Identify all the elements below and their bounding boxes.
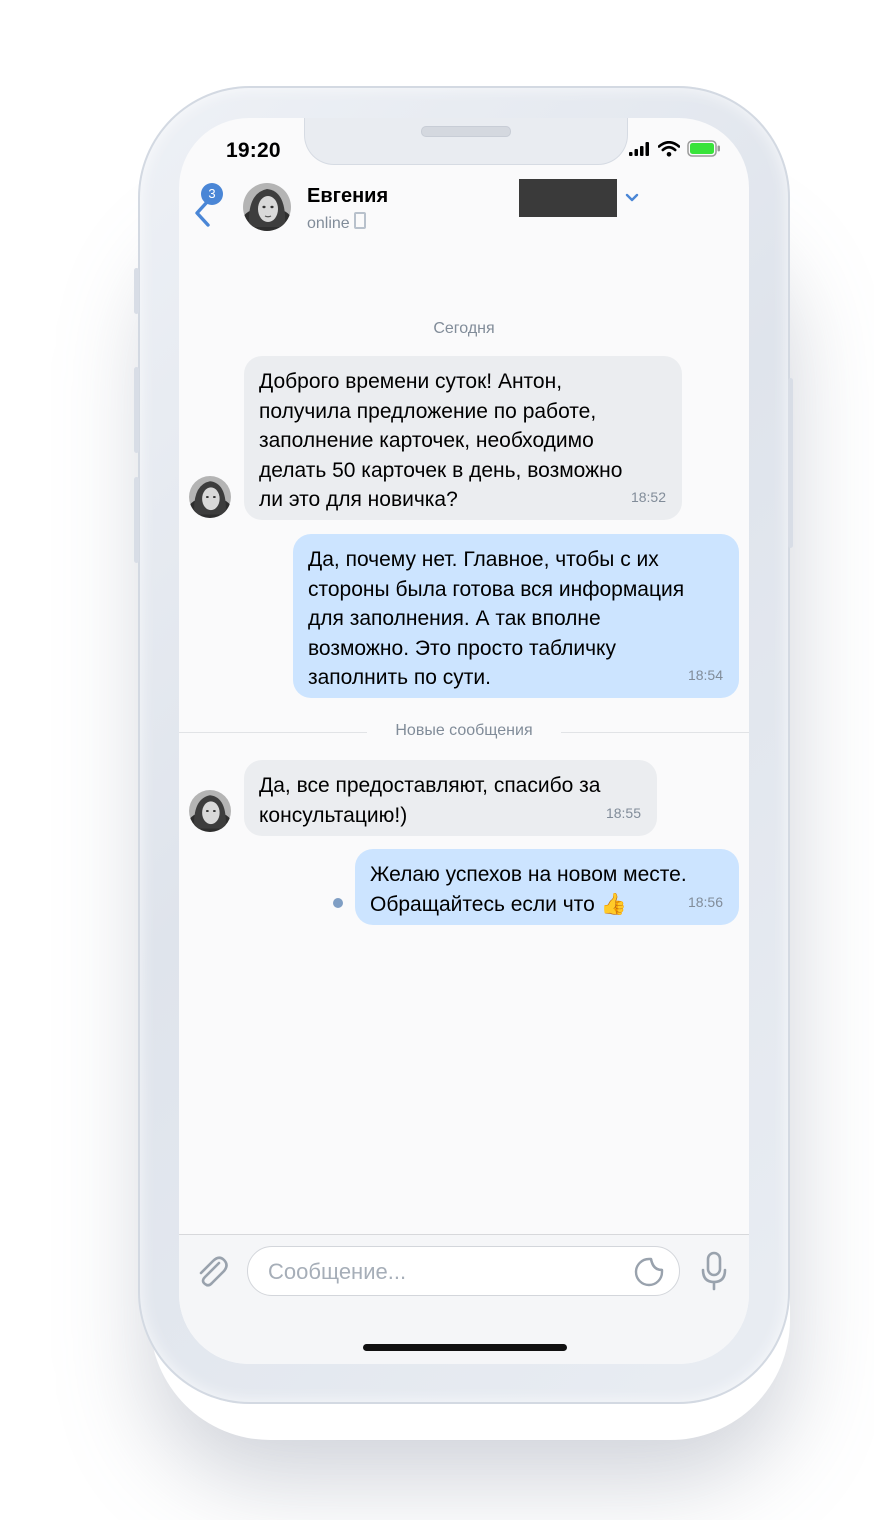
- wifi-icon: [658, 140, 680, 157]
- power-button: [788, 378, 793, 548]
- mute-switch: [134, 268, 139, 314]
- message-line: делать 50 карточек в день, возможно: [259, 458, 623, 482]
- message-time: 18:55: [605, 804, 641, 821]
- unread-indicator-dot: [333, 898, 343, 908]
- message-line: Обращайтесь если что 👍: [370, 892, 627, 916]
- battery-icon: [687, 140, 720, 157]
- message-bubble-outgoing[interactable]: Желаю успехов на новом месте. Обращайтес…: [355, 849, 739, 925]
- redaction-block: [519, 179, 617, 217]
- sticker-icon[interactable]: [633, 1256, 665, 1288]
- message-avatar[interactable]: [189, 790, 231, 832]
- new-messages-label: Новые сообщения: [395, 722, 533, 739]
- message-line: Желаю успехов на новом месте.: [370, 863, 687, 886]
- earpiece-speaker: [421, 126, 511, 137]
- message-line: для заполнения. А так вполне: [308, 607, 601, 630]
- contact-first-name: Евгения: [307, 185, 389, 207]
- volume-down-button: [134, 477, 139, 563]
- message-input[interactable]: [268, 1257, 628, 1287]
- message-line: консультацию!): [259, 803, 408, 827]
- new-messages-separator: Новые сообщения: [179, 722, 749, 742]
- mobile-device-icon: [353, 212, 366, 229]
- chevron-down-icon: [625, 193, 639, 202]
- avatar[interactable]: [243, 183, 291, 231]
- message-bubble-incoming[interactable]: Да, все предоставляют, спасибо за консул…: [244, 760, 657, 836]
- message-field: [247, 1246, 680, 1296]
- message-bubble-incoming[interactable]: Доброго времени суток! Антон, получила п…: [244, 356, 682, 520]
- microphone-icon[interactable]: [701, 1251, 727, 1291]
- message-line: стороны была готова вся информация: [308, 577, 685, 601]
- paperclip-icon[interactable]: [195, 1253, 229, 1289]
- contact-name[interactable]: Евгения: [307, 179, 639, 217]
- chat-header: 3 Евгения online: [179, 178, 749, 250]
- message-time: 18:52: [630, 488, 666, 505]
- online-status: online: [307, 212, 366, 233]
- status-text: online: [307, 215, 350, 232]
- signal-icon: [629, 141, 649, 156]
- message-line: Доброго времени суток! Антон,: [259, 370, 563, 393]
- message-bubble-outgoing[interactable]: Да, почему нет. Главное, чтобы с их стор…: [293, 534, 739, 698]
- unread-badge: 3: [201, 183, 223, 205]
- home-indicator[interactable]: [363, 1344, 567, 1351]
- message-avatar[interactable]: [189, 476, 231, 518]
- message-line: получила предложение по работе,: [259, 399, 597, 423]
- notch: [304, 118, 628, 165]
- volume-up-button: [134, 367, 139, 453]
- message-line: заполнить по сути.: [308, 666, 491, 689]
- message-line: Да, все предоставляют, спасибо за: [259, 774, 601, 797]
- profile-photo-icon: [189, 476, 231, 518]
- status-icons: [629, 140, 721, 157]
- message-time: 18:56: [687, 893, 723, 910]
- message-line: возможно. Это просто табличку: [308, 636, 616, 660]
- phone-screen: 19:20 3 Евгения online Сегодня Доброго в…: [179, 118, 749, 1364]
- message-line: Да, почему нет. Главное, чтобы с их: [308, 548, 659, 571]
- profile-photo-icon: [189, 790, 231, 832]
- date-separator: Сегодня: [433, 320, 495, 337]
- status-time: 19:20: [226, 139, 281, 162]
- message-line: ли это для новичка?: [259, 488, 458, 511]
- message-time: 18:54: [687, 666, 723, 683]
- profile-photo-icon: [243, 183, 291, 231]
- message-line: заполнение карточек, необходимо: [259, 429, 594, 452]
